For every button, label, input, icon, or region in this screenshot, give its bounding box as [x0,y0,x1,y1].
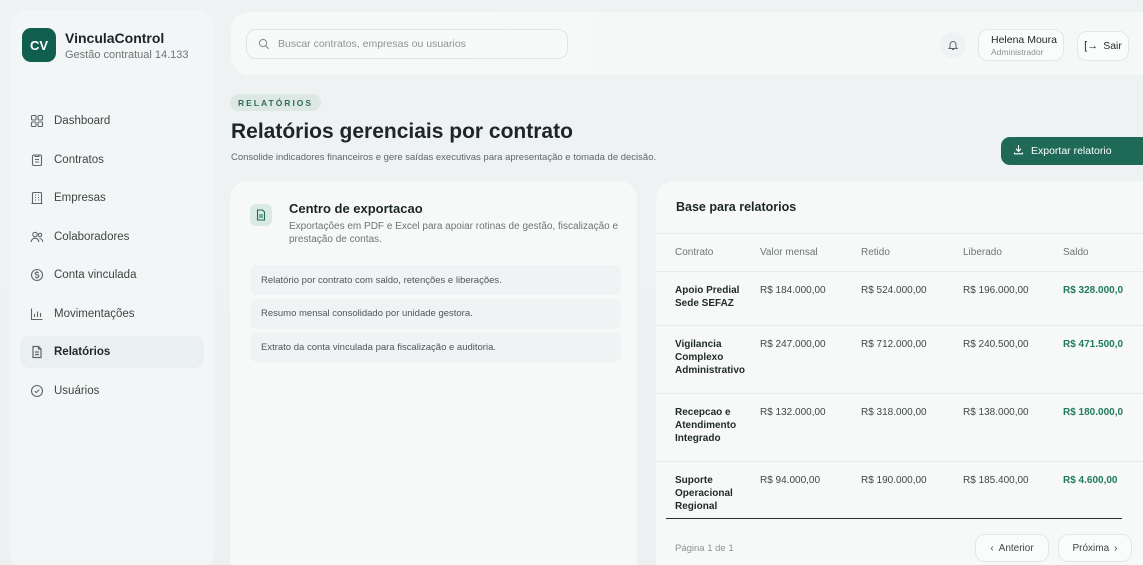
sidebar-item-conta-vinculada[interactable]: Conta vinculada [20,259,204,291]
brand-subtitle: Gestão contratual 14.133 [65,48,189,61]
table-row[interactable]: Apoio Predial Sede SEFAZ R$ 184.000,00 R… [656,271,1143,325]
export-option[interactable]: Extrato da conta vinculada para fiscaliz… [250,332,621,362]
sidebar-item-label: Colaboradores [54,230,130,243]
cell-saldo: R$ 4.600,00 [1063,475,1118,486]
sidebar-item-dashboard[interactable]: Dashboard [20,105,204,137]
user-menu[interactable]: Helena Moura Administrador [978,29,1064,61]
export-center-description: Exportações em PDF e Excel para apoiar r… [289,221,619,245]
report-base-card: Base para relatorios Contrato Valor mens… [656,181,1143,565]
cell-liberado: R$ 138.000,00 [963,407,1029,418]
sidebar-nav: Dashboard Contratos Empresas Colaborador… [20,105,204,413]
shield-check-icon [30,384,44,398]
cell-contrato: Vigilancia Complexo Administrativo [675,339,746,376]
search-input[interactable]: Buscar contratos, empresas ou usuarios [246,29,568,59]
sidebar-item-label: Movimentações [54,307,135,320]
section-eyebrow: RELATÓRIOS [230,94,322,111]
export-options-list: Relatório por contrato com saldo, retenç… [250,265,621,366]
table-title: Base para relatorios [676,200,797,214]
cell-liberado: R$ 185.400,00 [963,475,1029,486]
sidebar-item-label: Conta vinculada [54,269,137,281]
column-header-valor-mensal: Valor mensal [760,247,818,258]
export-center-card: Centro de exportacao Exportações em PDF … [230,181,637,565]
search-icon [258,38,270,50]
sidebar-item-colaboradores[interactable]: Colaboradores [20,221,204,253]
export-option[interactable]: Resumo mensal consolidado por unidade ge… [250,298,621,329]
export-option[interactable]: Relatório por contrato com saldo, retenç… [250,265,621,295]
sidebar-item-label: Contratos [54,153,104,166]
search-placeholder: Buscar contratos, empresas ou usuarios [278,38,466,50]
sidebar-item-movimentacoes[interactable]: Movimentações [20,298,204,330]
coin-icon [30,268,44,282]
chevron-left-icon: ‹ [990,542,994,554]
cell-valor-mensal: R$ 94.000,00 [760,475,821,486]
column-header-retido: Retido [861,247,890,258]
cell-valor-mensal: R$ 247.000,00 [760,339,826,350]
cell-retido: R$ 318.000,00 [861,407,927,418]
cell-valor-mensal: R$ 184.000,00 [760,285,826,296]
brand[interactable]: CV VinculaControl Gestão contratual 14.1… [22,28,189,62]
document-icon [250,204,272,226]
pagination-info: Página 1 de 1 [675,543,734,554]
clipboard-icon [30,153,44,167]
next-page-label: Próxima [1072,542,1110,554]
sidebar: CV VinculaControl Gestão contratual 14.1… [10,10,214,565]
cell-saldo: R$ 328.000,0 [1063,285,1124,296]
notifications-button[interactable] [940,32,966,58]
sidebar-item-relatorios[interactable]: Relatórios [20,336,204,368]
cell-contrato: Apoio Predial Sede SEFAZ [675,285,740,309]
cell-retido: R$ 712.000,00 [861,339,927,350]
chevron-right-icon: › [1114,542,1118,554]
export-report-label: Exportar relatorio [1031,145,1112,157]
table-header: Contrato Valor mensal Retido Liberado Sa… [656,233,1143,271]
previous-page-label: Anterior [998,542,1034,554]
download-icon [1013,144,1024,158]
brand-logo: CV [22,28,56,62]
sidebar-item-label: Usuários [54,384,100,397]
bar-chart-icon [30,307,44,321]
next-page-button[interactable]: Próxima › [1058,534,1132,562]
user-name: Helena Moura [991,34,1057,46]
logout-icon: [→ [1084,40,1099,52]
page-title: Relatórios gerenciais por contrato [231,120,573,143]
file-text-icon [30,345,44,359]
grid-icon [30,114,44,128]
building-icon [30,191,44,205]
sidebar-item-label: Relatórios [54,346,111,358]
column-header-contrato: Contrato [675,247,714,258]
cell-saldo: R$ 471.500,0 [1063,339,1124,350]
table-body: Apoio Predial Sede SEFAZ R$ 184.000,00 R… [656,271,1143,518]
table-row[interactable]: Recepcao e Atendimento Integrado R$ 132.… [656,393,1143,461]
brand-name: VinculaControl [65,29,165,46]
cell-contrato: Suporte Operacional Regional [675,475,733,512]
cell-retido: R$ 524.000,00 [861,285,927,296]
previous-page-button[interactable]: ‹ Anterior [975,534,1049,562]
sidebar-item-contratos[interactable]: Contratos [20,144,204,176]
table-row[interactable]: Suporte Operacional Regional R$ 94.000,0… [656,461,1143,518]
table-row[interactable]: Vigilancia Complexo Administrativo R$ 24… [656,325,1143,393]
cell-retido: R$ 190.000,00 [861,475,927,486]
cell-saldo: R$ 180.000,0 [1063,407,1124,418]
cell-contrato: Recepcao e Atendimento Integrado [675,407,737,444]
user-role: Administrador [991,47,1044,57]
sidebar-item-empresas[interactable]: Empresas [20,182,204,214]
users-icon [30,230,44,244]
column-header-saldo: Saldo [1063,247,1089,258]
sidebar-item-usuarios[interactable]: Usuários [20,375,204,407]
logout-button[interactable]: [→ Sair [1077,31,1129,61]
app-window: CV VinculaControl Gestão contratual 14.1… [0,0,1143,565]
export-center-title: Centro de exportacao [289,201,423,216]
cell-liberado: R$ 240.500,00 [963,339,1029,350]
sidebar-item-label: Empresas [54,192,106,204]
page-subtitle: Consolide indicadores financeiros e gere… [231,152,657,163]
column-header-liberado: Liberado [963,247,1002,258]
sidebar-item-label: Dashboard [54,115,111,127]
export-report-button[interactable]: Exportar relatorio [1001,137,1143,165]
logout-label: Sair [1103,40,1122,52]
cell-valor-mensal: R$ 132.000,00 [760,407,826,418]
cell-liberado: R$ 196.000,00 [963,285,1029,296]
bell-icon [947,39,959,51]
topbar: Buscar contratos, empresas ou usuarios H… [231,12,1143,75]
table-scrollbar[interactable] [666,518,1122,519]
